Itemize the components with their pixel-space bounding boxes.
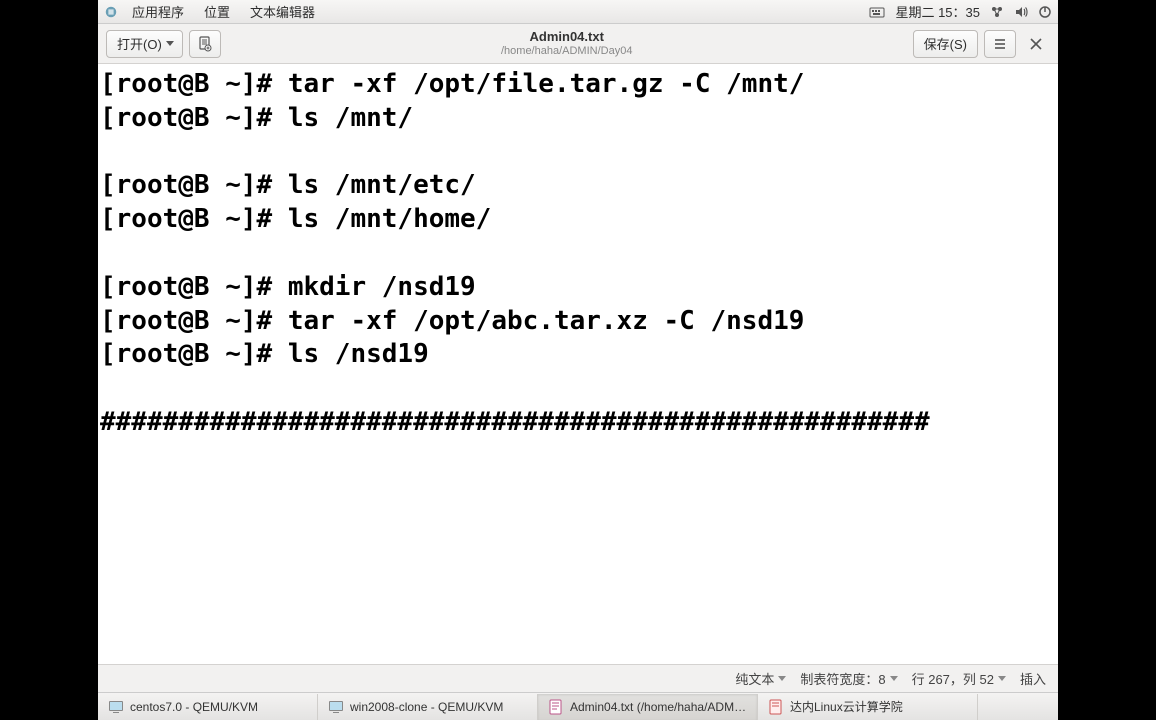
save-button[interactable]: 保存(S)	[913, 30, 978, 58]
status-mode: 插入	[1020, 669, 1046, 688]
window-subtitle: /home/haha/ADMIN/Day04	[227, 45, 907, 58]
taskbar-item-dainy[interactable]: 达内Linux云计算学院	[758, 694, 978, 720]
title-area: Admin04.txt /home/haha/ADMIN/Day04	[227, 29, 907, 58]
chevron-down-icon	[166, 41, 174, 46]
chevron-down-icon	[890, 676, 898, 681]
open-button[interactable]: 打开(O)	[106, 30, 183, 58]
vm-icon	[328, 699, 344, 715]
places-menu[interactable]: 位置	[194, 2, 240, 21]
status-position[interactable]: 行 267，列 52	[912, 669, 1006, 688]
close-button[interactable]	[1022, 30, 1050, 58]
text-editor-menu[interactable]: 文本编辑器	[240, 2, 325, 21]
top-panel: 应用程序 位置 文本编辑器 星期二 15：35	[98, 0, 1058, 24]
gedit-icon	[548, 699, 564, 715]
power-icon[interactable]	[1038, 5, 1052, 19]
keyboard-icon[interactable]	[869, 5, 885, 19]
status-tabwidth[interactable]: 制表符宽度：8	[800, 669, 897, 688]
new-document-button[interactable]	[189, 30, 221, 58]
close-icon	[1030, 38, 1042, 50]
activities-icon	[104, 5, 122, 19]
applications-menu[interactable]: 应用程序	[122, 2, 194, 21]
status-filetype[interactable]: 纯文本	[735, 669, 786, 688]
taskbar: centos7.0 - QEMU/KVM win2008-clone - QEM…	[98, 692, 1058, 720]
taskbar-item-centos[interactable]: centos7.0 - QEMU/KVM	[98, 694, 318, 720]
hamburger-menu-button[interactable]	[984, 30, 1016, 58]
window-header: 打开(O) Admin04.txt /home/haha/ADMIN/Day04…	[98, 24, 1058, 64]
save-button-label: 保存(S)	[924, 34, 967, 53]
window-title: Admin04.txt	[227, 29, 907, 45]
hamburger-icon	[993, 37, 1007, 51]
open-button-label: 打开(O)	[117, 34, 162, 53]
chevron-down-icon	[778, 676, 786, 681]
vm-icon	[108, 699, 124, 715]
status-bar: 纯文本 制表符宽度：8 行 267，列 52 插入	[98, 664, 1058, 692]
volume-icon[interactable]	[1014, 5, 1028, 19]
doc-icon	[768, 699, 784, 715]
network-icon[interactable]	[990, 5, 1004, 19]
editor-area[interactable]: [root@B ~]# tar -xf /opt/file.tar.gz -C …	[98, 64, 1058, 664]
taskbar-item-win2008[interactable]: win2008-clone - QEMU/KVM	[318, 694, 538, 720]
clock[interactable]: 星期二 15：35	[895, 2, 980, 21]
editor-content[interactable]: [root@B ~]# tar -xf /opt/file.tar.gz -C …	[98, 68, 1058, 440]
taskbar-item-admin04[interactable]: Admin04.txt (/home/haha/ADM…	[538, 694, 758, 720]
chevron-down-icon	[998, 676, 1006, 681]
